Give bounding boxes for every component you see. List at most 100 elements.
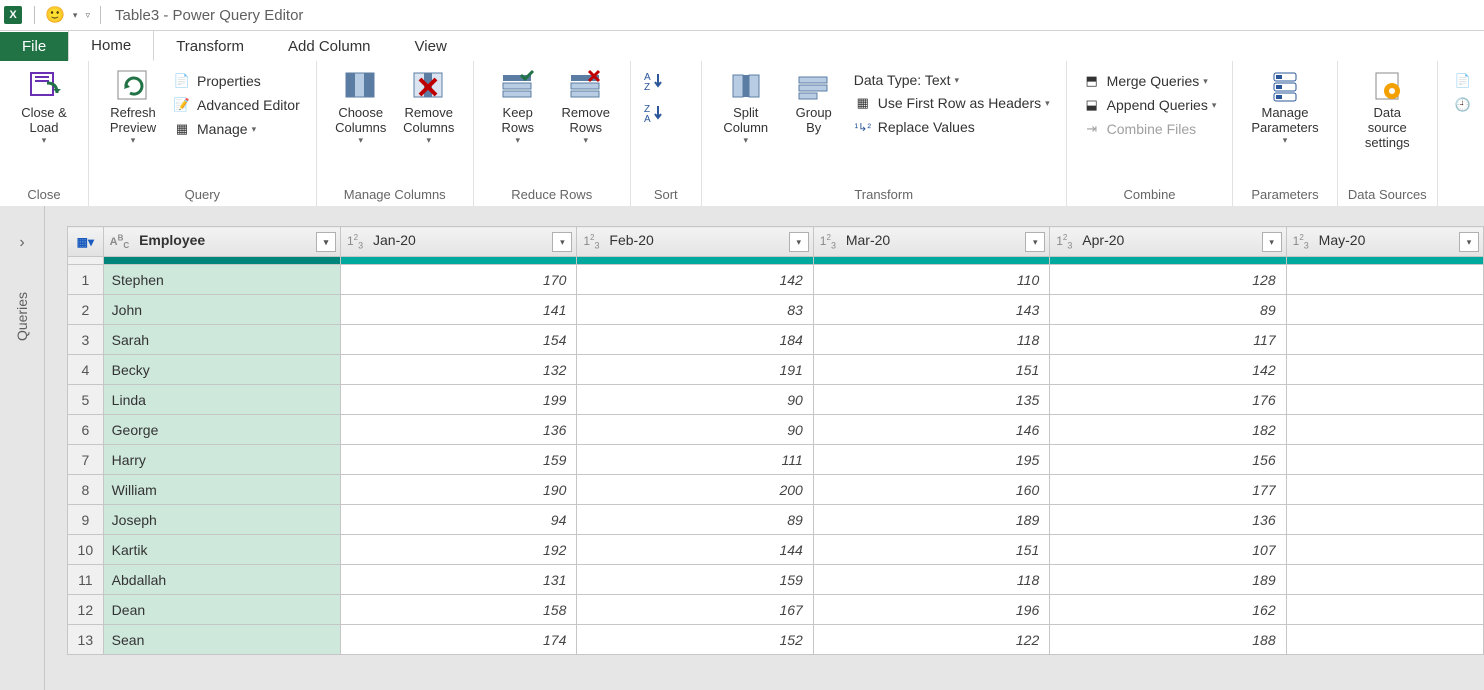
cell-number[interactable]: 162 [1050,595,1286,625]
cell-number[interactable]: 131 [340,565,576,595]
cell-text[interactable]: Dean [103,595,340,625]
cell-number[interactable] [1286,535,1483,565]
cell-number[interactable]: 174 [340,625,576,655]
column-filter-button[interactable]: ▾ [1025,232,1045,252]
cell-text[interactable]: William [103,475,340,505]
recent-sources-button-clipped[interactable]: 🕘 [1448,93,1484,117]
cell-number[interactable]: 199 [340,385,576,415]
cell-number[interactable]: 167 [577,595,813,625]
replace-values-button[interactable]: ¹↳² Replace Values [848,115,1056,139]
row-number[interactable]: 1 [68,265,104,295]
cell-number[interactable] [1286,295,1483,325]
cell-number[interactable]: 159 [577,565,813,595]
cell-number[interactable]: 143 [813,295,1049,325]
properties-button[interactable]: 📄 Properties [167,69,306,93]
cell-number[interactable] [1286,565,1483,595]
table-row[interactable]: 13Sean174152122188 [68,625,1484,655]
cell-number[interactable] [1286,415,1483,445]
cell-number[interactable] [1286,325,1483,355]
table-row[interactable]: 7Harry159111195156 [68,445,1484,475]
cell-number[interactable]: 142 [1050,355,1286,385]
row-number[interactable]: 4 [68,355,104,385]
cell-number[interactable] [1286,385,1483,415]
cell-number[interactable]: 111 [577,445,813,475]
cell-number[interactable]: 188 [1050,625,1286,655]
cell-number[interactable]: 196 [813,595,1049,625]
cell-text[interactable]: Kartik [103,535,340,565]
tab-view[interactable]: View [393,32,469,61]
smiley-icon[interactable]: 🙂 [45,5,65,25]
first-row-headers-button[interactable]: ▦ Use First Row as Headers ▾ [848,91,1056,115]
table-corner-button[interactable]: ▦▾ [68,227,104,257]
row-number[interactable]: 5 [68,385,104,415]
cell-text[interactable]: Becky [103,355,340,385]
qat-customize[interactable]: ▿ [85,10,90,21]
table-row[interactable]: 9Joseph9489189136 [68,505,1484,535]
column-header-may-20[interactable]: 123 May-20▾ [1286,227,1483,257]
row-number[interactable]: 12 [68,595,104,625]
sort-desc-button[interactable]: ZA [641,97,675,129]
cell-text[interactable]: Sean [103,625,340,655]
cell-text[interactable]: Harry [103,445,340,475]
cell-number[interactable]: 154 [340,325,576,355]
cell-number[interactable]: 170 [340,265,576,295]
cell-number[interactable]: 136 [340,415,576,445]
cell-number[interactable]: 90 [577,385,813,415]
table-row[interactable]: 1Stephen170142110128 [68,265,1484,295]
manage-parameters-button[interactable]: Manage Parameters ▾ [1243,65,1326,146]
row-number[interactable]: 3 [68,325,104,355]
cell-number[interactable]: 151 [813,355,1049,385]
cell-number[interactable]: 191 [577,355,813,385]
cell-number[interactable] [1286,445,1483,475]
cell-number[interactable]: 152 [577,625,813,655]
cell-number[interactable]: 107 [1050,535,1286,565]
cell-number[interactable]: 189 [813,505,1049,535]
group-by-button[interactable]: Group By [780,65,848,135]
cell-text[interactable]: John [103,295,340,325]
row-number[interactable]: 2 [68,295,104,325]
tab-file[interactable]: File [0,32,68,61]
cell-text[interactable]: Abdallah [103,565,340,595]
choose-columns-button[interactable]: Choose Columns ▾ [327,65,395,146]
qat-dropdown[interactable]: ▾ [73,10,78,21]
remove-columns-button[interactable]: Remove Columns ▾ [395,65,463,146]
cell-number[interactable]: 195 [813,445,1049,475]
cell-number[interactable]: 176 [1050,385,1286,415]
cell-number[interactable]: 158 [340,595,576,625]
append-queries-button[interactable]: ⬓ Append Queries ▾ [1077,93,1223,117]
table-row[interactable]: 12Dean158167196162 [68,595,1484,625]
column-header-apr-20[interactable]: 123 Apr-20▾ [1050,227,1286,257]
refresh-preview-button[interactable]: Refresh Preview ▾ [99,65,167,146]
cell-text[interactable]: Linda [103,385,340,415]
table-row[interactable]: 8William190200160177 [68,475,1484,505]
cell-number[interactable]: 90 [577,415,813,445]
cell-number[interactable]: 146 [813,415,1049,445]
expand-queries-button[interactable]: › [19,234,24,252]
table-row[interactable]: 6George13690146182 [68,415,1484,445]
row-number[interactable]: 10 [68,535,104,565]
table-row[interactable]: 10Kartik192144151107 [68,535,1484,565]
cell-number[interactable]: 144 [577,535,813,565]
cell-text[interactable]: Joseph [103,505,340,535]
cell-number[interactable] [1286,505,1483,535]
cell-number[interactable]: 182 [1050,415,1286,445]
sort-asc-button[interactable]: AZ [641,65,675,97]
table-row[interactable]: 3Sarah154184118117 [68,325,1484,355]
new-source-button-clipped[interactable]: 📄 [1448,69,1484,93]
cell-number[interactable]: 189 [1050,565,1286,595]
cell-number[interactable]: 89 [577,505,813,535]
row-number[interactable]: 7 [68,445,104,475]
cell-number[interactable]: 118 [813,565,1049,595]
cell-number[interactable]: 128 [1050,265,1286,295]
column-filter-button[interactable]: ▾ [789,232,809,252]
tab-add-column[interactable]: Add Column [266,32,393,61]
cell-number[interactable]: 136 [1050,505,1286,535]
cell-number[interactable]: 117 [1050,325,1286,355]
cell-number[interactable] [1286,625,1483,655]
cell-number[interactable]: 132 [340,355,576,385]
data-source-settings-button[interactable]: Data source settings [1348,65,1427,150]
row-number[interactable]: 8 [68,475,104,505]
table-row[interactable]: 5Linda19990135176 [68,385,1484,415]
cell-number[interactable]: 83 [577,295,813,325]
cell-number[interactable] [1286,355,1483,385]
